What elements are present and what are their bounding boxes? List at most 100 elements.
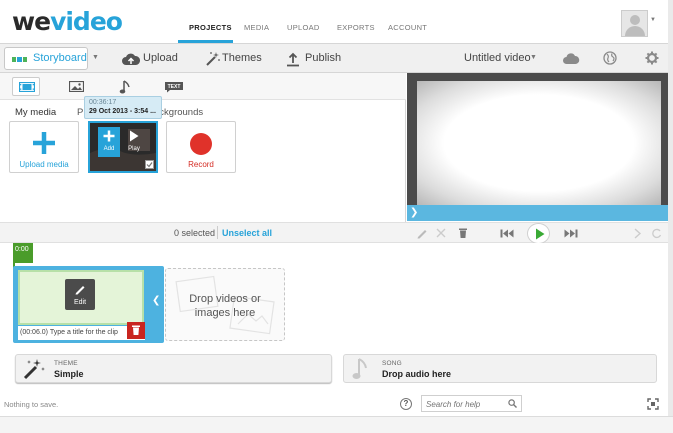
- theme-wand-icon: [23, 359, 45, 380]
- selection-transport-bar: 0 selected Unselect all: [0, 222, 668, 244]
- media-sub-tabs: My media P ackgrounds: [0, 101, 406, 121]
- gear-icon[interactable]: [645, 51, 659, 65]
- svg-text:TEXT: TEXT: [168, 84, 181, 90]
- unselect-all-link[interactable]: Unselect all: [222, 228, 272, 238]
- storyboard-caret-icon[interactable]: ▼: [92, 54, 99, 61]
- song-caption: SONG: [382, 360, 402, 367]
- logo-video-text: video: [50, 7, 123, 36]
- project-title-caret-icon[interactable]: ▼: [530, 54, 537, 61]
- avatar-head-shape: [630, 15, 640, 25]
- song-value: Drop audio here: [382, 369, 452, 379]
- play-preview-button[interactable]: Play: [122, 127, 146, 157]
- tooltip-date: 29 Oct 2013 - 3:54 ...: [89, 108, 156, 115]
- themes-label: Themes: [222, 52, 262, 64]
- avatar-body-shape: [625, 26, 645, 36]
- top-navigation: wevideo PROJECTS MEDIA UPLOAD EXPORTS AC…: [0, 0, 668, 44]
- timeline-clip[interactable]: Edit (00:06.0) Type a title for the clip…: [13, 266, 164, 343]
- cloud-icon[interactable]: [562, 52, 580, 65]
- clip-title-field[interactable]: (00:06.0) Type a title for the clip: [18, 326, 145, 340]
- record-dot-icon: [190, 133, 212, 155]
- nav-account[interactable]: ACCOUNT: [388, 23, 427, 32]
- nav-exports[interactable]: EXPORTS: [337, 23, 375, 32]
- selected-count: 0 selected: [174, 228, 216, 238]
- theme-value: Simple: [54, 369, 84, 379]
- tab-images[interactable]: [63, 77, 91, 96]
- wevideo-editor: wevideo PROJECTS MEDIA UPLOAD EXPORTS AC…: [0, 0, 673, 433]
- check-icon: [146, 162, 153, 168]
- drop-zone-line-2: images here: [194, 307, 256, 319]
- globe-icon[interactable]: [603, 51, 617, 65]
- tooltip-duration: 00:36:17: [89, 99, 117, 106]
- preview-screen[interactable]: [417, 81, 661, 205]
- drop-zone[interactable]: Drop videos or images here: [165, 268, 285, 341]
- pencil-icon[interactable]: [416, 227, 428, 239]
- redo-icon[interactable]: [633, 228, 643, 239]
- play-label: Play: [128, 146, 140, 152]
- nav-projects[interactable]: PROJECTS: [189, 23, 232, 32]
- editor-toolbar: Storyboard ▼ Upload Themes Publish Untit…: [0, 44, 668, 73]
- user-avatar[interactable]: [621, 10, 648, 37]
- split-icon[interactable]: [436, 228, 446, 238]
- record-label: Record: [188, 160, 214, 169]
- wevideo-logo[interactable]: wevideo: [12, 7, 123, 36]
- play-triangle-icon: [130, 130, 139, 142]
- edit-pencil-icon: [75, 286, 85, 295]
- tab-music[interactable]: [111, 77, 139, 96]
- storyboard-timeline: 0:00 Edit (00:06.0) Type a title for the…: [0, 243, 668, 355]
- cloud-upload-icon: [122, 53, 141, 65]
- theme-selector[interactable]: THEME Simple: [15, 354, 332, 383]
- window-edge: [668, 0, 673, 433]
- upload-media-tile[interactable]: Upload media: [9, 121, 79, 173]
- clip-collapse-icon[interactable]: ❮: [152, 295, 160, 306]
- play-icon: [536, 228, 545, 240]
- theme-caption: THEME: [54, 360, 78, 367]
- scrub-handle-icon[interactable]: ❯: [410, 207, 418, 218]
- trash-icon[interactable]: [458, 227, 468, 239]
- search-icon[interactable]: [508, 399, 517, 408]
- record-tile[interactable]: Record: [166, 121, 236, 173]
- add-label: Add: [103, 146, 115, 152]
- upload-button[interactable]: Upload: [121, 51, 181, 67]
- browser-bottom-bar: [0, 416, 673, 433]
- themes-button[interactable]: Themes: [205, 51, 265, 67]
- tab-video[interactable]: [12, 77, 40, 96]
- media-type-tabs: TEXT: [0, 73, 406, 100]
- skip-back-icon[interactable]: [500, 229, 514, 238]
- plus-icon: [33, 132, 55, 154]
- drop-zone-text: Drop videos or images here: [166, 292, 284, 320]
- clip-edit-button[interactable]: Edit: [65, 279, 95, 310]
- refresh-icon[interactable]: [652, 228, 662, 239]
- film-strip-icon: [19, 82, 35, 92]
- save-status: Nothing to save.: [4, 400, 59, 409]
- song-selector[interactable]: SONG Drop audio here: [343, 354, 657, 383]
- video-preview: ❯: [407, 73, 668, 221]
- project-title[interactable]: Untitled video: [464, 52, 531, 64]
- help-icon[interactable]: ?: [400, 398, 412, 410]
- upload-media-label: Upload media: [19, 160, 69, 169]
- skip-forward-icon[interactable]: [564, 229, 578, 238]
- avatar-caret-icon[interactable]: ▼: [650, 17, 656, 23]
- preview-scrub-bar[interactable]: ❯: [407, 205, 668, 221]
- help-search-input[interactable]: [426, 398, 506, 410]
- select-checkbox[interactable]: [145, 160, 154, 169]
- playhead-time: 0:00: [15, 246, 29, 253]
- music-note-icon: [119, 80, 130, 94]
- storyboard-button[interactable]: Storyboard: [4, 47, 88, 70]
- tab-text[interactable]: TEXT: [160, 77, 188, 96]
- play-button[interactable]: [527, 223, 550, 244]
- publish-button[interactable]: Publish: [286, 51, 346, 67]
- divider: [217, 226, 218, 239]
- sub-tab-partial[interactable]: P: [77, 107, 83, 118]
- clip-edit-label: Edit: [73, 299, 87, 306]
- nav-media[interactable]: MEDIA: [244, 23, 269, 32]
- upload-label: Upload: [143, 52, 178, 64]
- nav-upload[interactable]: UPLOAD: [287, 23, 320, 32]
- playhead-marker[interactable]: 0:00: [13, 243, 33, 263]
- video-media-tile[interactable]: Add Play: [88, 121, 158, 173]
- sub-tab-my-media[interactable]: My media: [15, 107, 56, 118]
- delete-trash-icon: [132, 325, 140, 335]
- add-to-timeline-button[interactable]: Add: [98, 127, 120, 157]
- fullscreen-icon[interactable]: [647, 398, 659, 410]
- clip-delete-button[interactable]: [127, 322, 145, 339]
- image-icon: [69, 81, 84, 92]
